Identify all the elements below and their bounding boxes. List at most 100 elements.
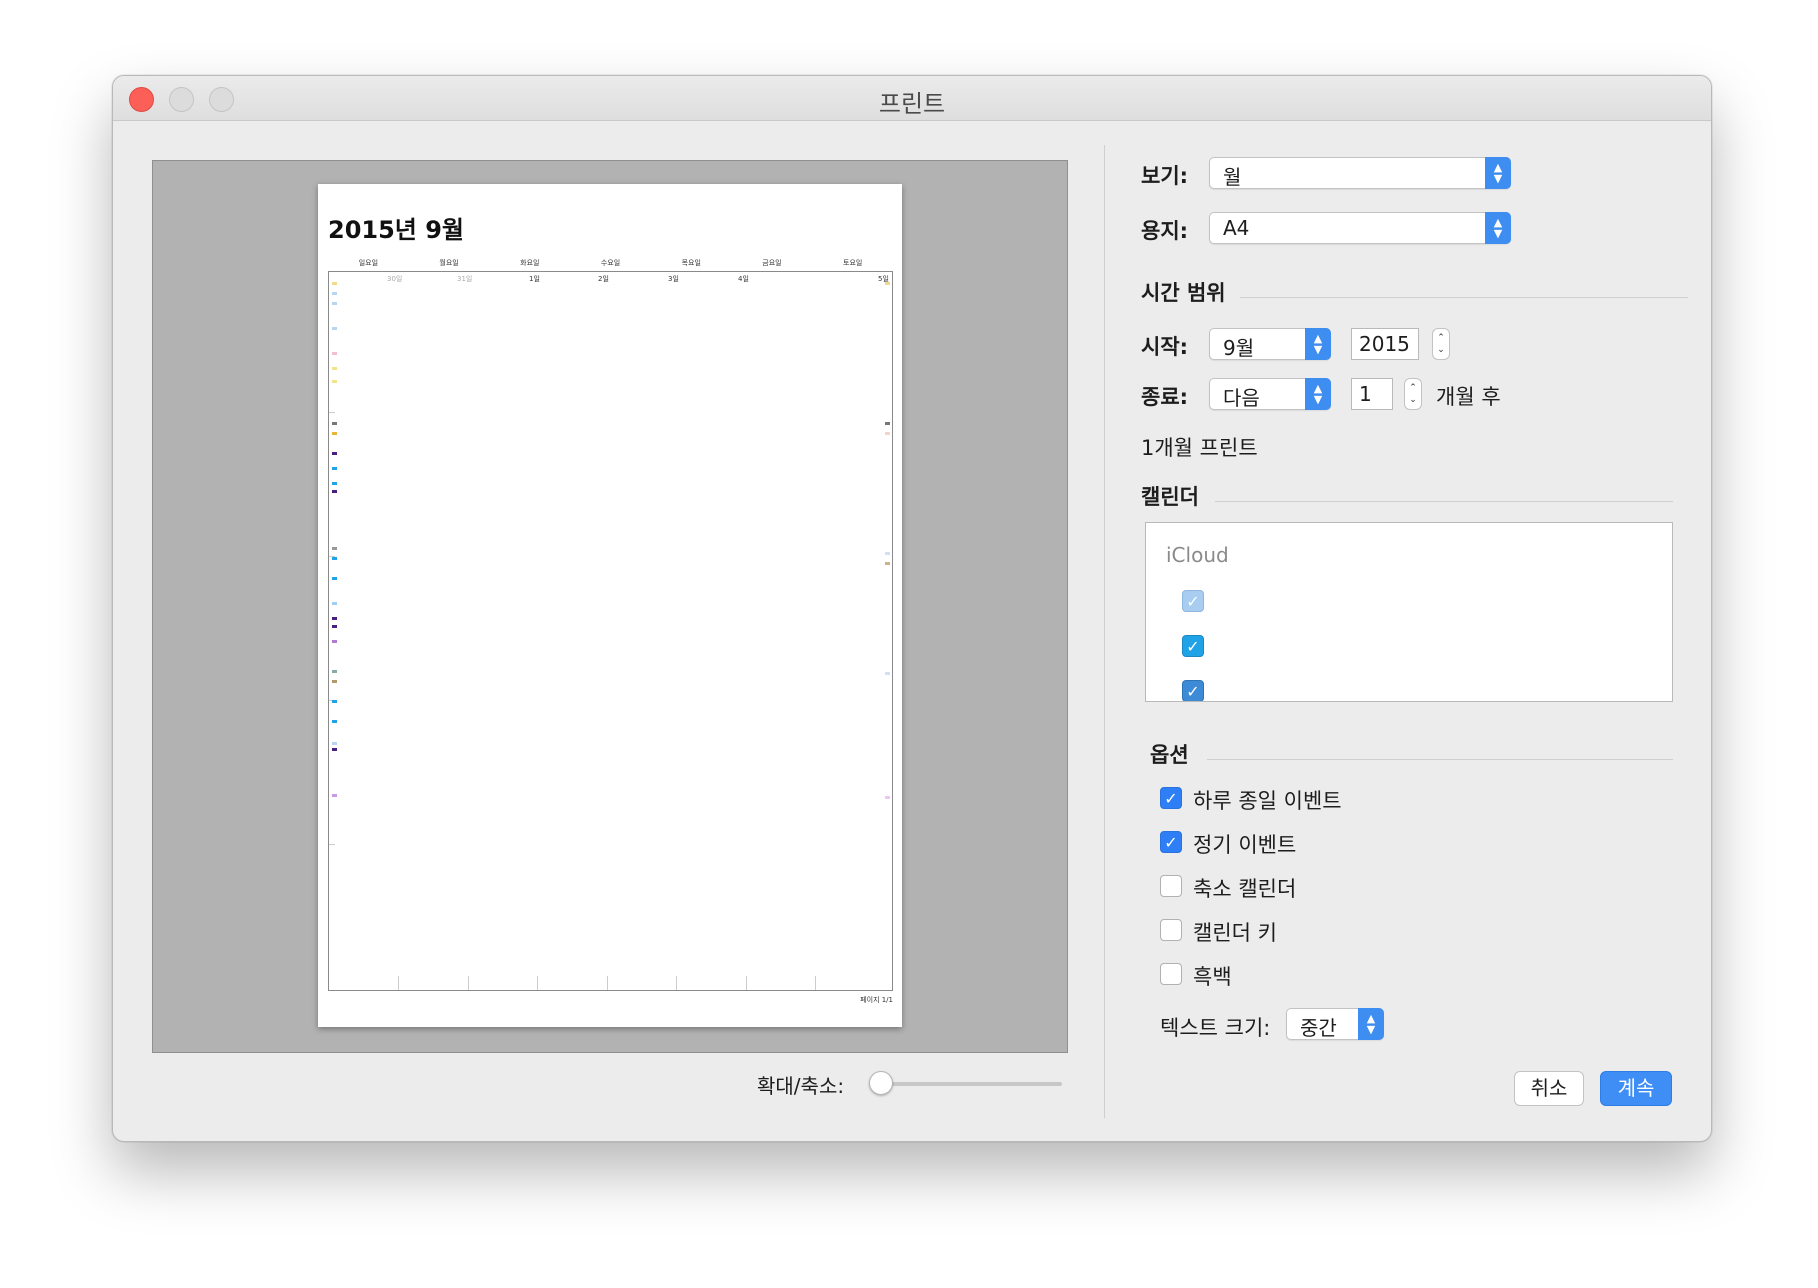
text-size-popup[interactable]: 중간 ▲ ▼ xyxy=(1286,1008,1384,1040)
calendar-checkbox[interactable]: ✓ xyxy=(1182,680,1204,701)
date-cell: 1일 xyxy=(529,275,540,283)
weekday-header: 일요일 월요일 화요일 수요일 목요일 금요일 토요일 xyxy=(328,258,893,268)
section-rule xyxy=(1207,759,1673,760)
window-title: 프린트 xyxy=(878,90,946,118)
event-mark xyxy=(332,547,337,550)
paper-label: 용지: xyxy=(1141,219,1189,243)
option-checkbox-all-day[interactable]: ✓ xyxy=(1160,787,1182,809)
option-label: 축소 캘린더 xyxy=(1193,877,1297,901)
text-size-value: 중간 xyxy=(1300,1016,1337,1040)
event-mark xyxy=(332,748,337,751)
week-divider xyxy=(329,412,335,413)
column-tick xyxy=(398,976,399,990)
chevron-updown-icon: ▲ ▼ xyxy=(1305,378,1331,410)
event-mark xyxy=(885,672,890,675)
event-mark xyxy=(332,625,337,628)
event-mark xyxy=(332,577,337,580)
event-mark xyxy=(332,452,337,455)
option-checkbox-black-white[interactable] xyxy=(1160,963,1182,985)
week-divider xyxy=(329,844,335,845)
start-year-value: 2015 xyxy=(1359,332,1410,356)
time-range-heading: 시간 범위 xyxy=(1141,281,1226,305)
paper-value: A4 xyxy=(1223,216,1250,240)
event-mark xyxy=(332,640,337,643)
chevron-updown-icon: ▲ ▼ xyxy=(1305,328,1331,360)
event-mark xyxy=(885,796,890,799)
event-mark xyxy=(332,670,337,673)
view-popup[interactable]: 월 ▲ ▼ xyxy=(1209,157,1511,189)
event-mark xyxy=(332,367,337,370)
calendar-group-label: iCloud xyxy=(1166,543,1229,567)
event-mark xyxy=(332,742,337,745)
date-cell: 31일 xyxy=(457,275,473,283)
event-mark xyxy=(885,422,890,425)
event-mark xyxy=(332,432,337,435)
end-count-value: 1 xyxy=(1359,382,1372,406)
start-month-popup[interactable]: 9월 ▲ ▼ xyxy=(1209,328,1331,360)
column-tick xyxy=(746,976,747,990)
paper-popup[interactable]: A4 ▲ ▼ xyxy=(1209,212,1511,244)
weekday-label: 수요일 xyxy=(600,259,621,267)
view-label: 보기: xyxy=(1141,164,1189,188)
start-year-field[interactable]: 2015 xyxy=(1351,328,1419,360)
option-checkbox-recurring[interactable]: ✓ xyxy=(1160,831,1182,853)
start-year-stepper[interactable]: ⌃ ⌄ xyxy=(1432,328,1450,360)
event-mark xyxy=(332,490,337,493)
zoom-slider-track[interactable] xyxy=(880,1082,1062,1086)
event-mark xyxy=(332,467,337,470)
option-label: 하루 종일 이벤트 xyxy=(1193,789,1342,813)
chevron-up-icon[interactable]: ⌃ xyxy=(1433,332,1449,344)
event-mark xyxy=(332,422,337,425)
calendar-checkbox[interactable]: ✓ xyxy=(1182,635,1204,657)
event-mark xyxy=(885,282,890,285)
calendar-checkbox[interactable]: ✓ xyxy=(1182,590,1204,612)
weekday-label: 월요일 xyxy=(439,259,459,267)
weekday-label: 토요일 xyxy=(843,259,863,267)
text-size-label: 텍스트 크기: xyxy=(1160,1016,1271,1040)
end-mode-value: 다음 xyxy=(1223,386,1260,410)
start-label: 시작: xyxy=(1141,335,1189,359)
end-count-stepper[interactable]: ⌃ ⌄ xyxy=(1404,378,1422,410)
title-bar: 프린트 xyxy=(113,76,1711,121)
chevron-down-icon[interactable]: ⌄ xyxy=(1405,394,1421,406)
option-checkbox-calendar-keys[interactable] xyxy=(1160,919,1182,941)
weekday-label: 금요일 xyxy=(762,259,782,267)
event-mark xyxy=(332,602,337,605)
end-mode-popup[interactable]: 다음 ▲ ▼ xyxy=(1209,378,1331,410)
start-month-value: 9월 xyxy=(1223,336,1255,360)
date-cell: 30일 xyxy=(387,275,403,283)
section-rule xyxy=(1240,297,1688,298)
event-mark xyxy=(332,352,337,355)
option-label: 캘린더 키 xyxy=(1193,921,1277,945)
continue-button[interactable]: 계속 xyxy=(1600,1071,1672,1106)
preview-page: 2015년 9월 일요일 월요일 화요일 수요일 목요일 금요일 토요일 30일… xyxy=(318,184,902,1027)
option-label: 흑백 xyxy=(1193,965,1232,989)
event-mark xyxy=(332,680,337,683)
weekday-label: 목요일 xyxy=(681,259,701,267)
section-rule xyxy=(1215,501,1673,502)
event-mark xyxy=(332,302,337,305)
date-cell: 2일 xyxy=(598,275,609,283)
cancel-button[interactable]: 취소 xyxy=(1514,1071,1584,1106)
chevron-down-icon[interactable]: ⌄ xyxy=(1433,344,1449,356)
chevron-updown-icon: ▲ ▼ xyxy=(1358,1008,1384,1040)
zoom-label: 확대/축소: xyxy=(757,1074,845,1098)
event-mark xyxy=(332,327,337,330)
option-checkbox-mini-calendar[interactable] xyxy=(1160,875,1182,897)
event-mark xyxy=(332,720,337,723)
month-grid: 30일 31일 1일 2일 3일 4일 5일 xyxy=(328,271,893,991)
preview-month-title: 2015년 9월 xyxy=(328,216,465,244)
chevron-updown-icon: ▲ ▼ xyxy=(1485,157,1511,189)
event-mark xyxy=(885,562,890,565)
date-cell: 3일 xyxy=(668,275,679,283)
column-tick xyxy=(468,976,469,990)
calendar-list[interactable]: iCloud ✓ ✓ ✓ xyxy=(1145,522,1673,702)
zoom-slider-knob[interactable] xyxy=(869,1071,893,1095)
chevron-updown-icon: ▲ ▼ xyxy=(1485,212,1511,244)
column-tick xyxy=(815,976,816,990)
event-mark xyxy=(332,282,337,285)
column-tick xyxy=(537,976,538,990)
view-value: 월 xyxy=(1223,165,1242,189)
chevron-up-icon[interactable]: ⌃ xyxy=(1405,382,1421,394)
end-count-field[interactable]: 1 xyxy=(1351,378,1393,410)
